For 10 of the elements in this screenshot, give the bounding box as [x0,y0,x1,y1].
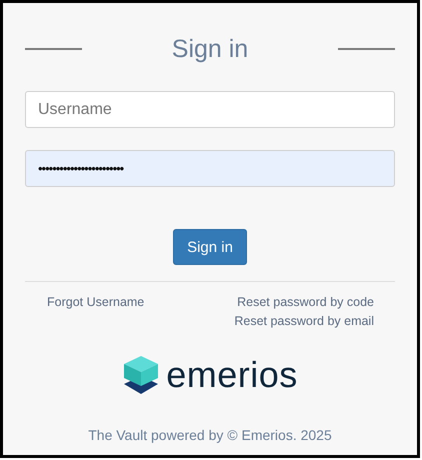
reset-link[interactable]: Reset password by code [237,294,374,310]
footer-text: The Vault powered by © Emerios. 2025 [87,427,333,443]
forgot-link[interactable]: Forgot Username [47,294,144,310]
sign-in-button[interactable]: Sign in [173,229,247,265]
reset-link[interactable]: Reset password by email [234,313,374,329]
page-title: Sign in [170,34,250,64]
password-field[interactable]: •••••••••••••••••••••••• [25,150,395,187]
cube-logo-icon [122,354,160,396]
username-field[interactable]: Username [25,91,395,128]
logo-wordmark: emerios [166,353,298,397]
